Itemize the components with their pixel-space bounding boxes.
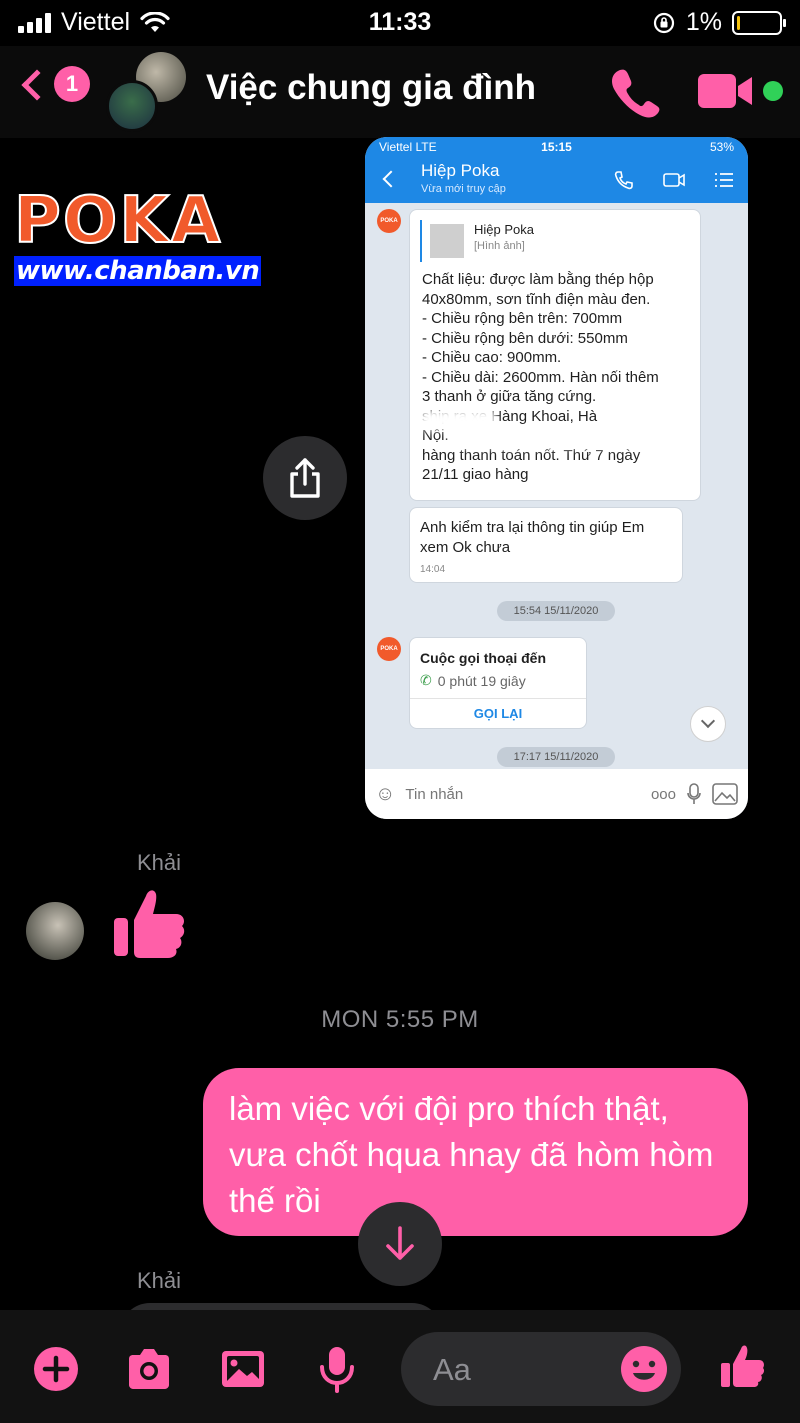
shot-date-pill: 15:54 15/11/2020 <box>497 601 615 621</box>
shot-video-icon <box>663 173 685 187</box>
shot-call-card: Cuộc gọi thoại đến ✆ 0 phút 19 giây GỌI … <box>409 637 587 729</box>
online-status-dot <box>763 81 783 101</box>
shot-contact-status: Vừa mới truy cập <box>421 183 506 195</box>
shot-quote-sub: [Hình ảnh] <box>474 240 525 252</box>
shot-input-bar: ☺ Tin nhắn ooo <box>365 769 748 819</box>
chat-header: 1 Việc chung gia đình <box>0 46 800 138</box>
group-avatar[interactable] <box>106 52 186 132</box>
poka-watermark-logo: POKA www.chanban.vn <box>13 184 262 296</box>
emoji-icon[interactable] <box>619 1344 669 1394</box>
shot-phone-icon <box>614 171 633 190</box>
arrow-down-icon <box>386 1226 414 1260</box>
status-bar: Viettel 11:33 1% <box>0 0 800 46</box>
shot-call-icon: ✆ <box>420 672 432 688</box>
shot-time: 15:15 <box>541 140 572 154</box>
shot-reply-time: 14:04 <box>420 564 446 575</box>
sender-name: Khải <box>137 850 182 875</box>
shot-date-pill: 17:17 15/11/2020 <box>497 747 615 767</box>
shot-menu-icon <box>715 173 733 187</box>
shot-scroll-down-icon <box>690 706 726 742</box>
composer-bar: Aa <box>0 1310 800 1423</box>
shot-mic-icon <box>687 783 701 804</box>
shot-avatar: POKA <box>377 637 401 661</box>
image-icon <box>222 1351 264 1387</box>
shot-quote-thumbnail <box>430 224 464 258</box>
poka-logo-text: POKA <box>13 184 223 258</box>
shot-emoji-icon: ☺ <box>375 782 396 805</box>
conversation-title[interactable]: Việc chung gia đình <box>206 68 536 108</box>
scroll-to-bottom-button[interactable] <box>358 1202 442 1286</box>
camera-icon <box>129 1349 169 1389</box>
member-avatar <box>106 80 158 132</box>
shot-input-placeholder: Tin nhắn <box>405 785 464 803</box>
shot-status-bar: Viettel LTE 15:15 53% <box>365 137 748 157</box>
shot-reply-bubble: Anh kiểm tra lại thông tin giúp Em xem O… <box>409 507 683 583</box>
sender-name: Khải <box>137 1268 182 1293</box>
like-button[interactable] <box>718 1340 768 1390</box>
mic-icon <box>320 1347 354 1393</box>
plus-icon <box>34 1347 78 1391</box>
camera-button[interactable] <box>124 1344 174 1394</box>
shot-call-row: ✆ 0 phút 19 giây <box>420 672 526 689</box>
message-input-placeholder: Aa <box>433 1352 471 1387</box>
shot-call-duration: 0 phút 19 giây <box>437 672 526 689</box>
shot-message-bubble: Hiệp Poka [Hình ảnh] Chất liệu: được làm… <box>409 209 701 501</box>
blur-patch <box>450 430 650 448</box>
shot-chat-header: Hiệp Poka Vừa mới truy cập <box>365 157 748 203</box>
shot-quote-name: Hiệp Poka <box>474 222 534 237</box>
shot-quote: Hiệp Poka [Hình ảnh] <box>420 220 620 262</box>
my-message-bubble[interactable]: làm việc với đội pro thích thật, vưa chố… <box>203 1068 748 1236</box>
message-input[interactable]: Aa <box>401 1332 681 1406</box>
rotation-lock-icon <box>653 12 674 33</box>
shot-header-icons <box>612 169 736 191</box>
phone-icon[interactable] <box>606 64 662 120</box>
shot-avatar: POKA <box>377 209 401 233</box>
shared-image[interactable]: Viettel LTE 15:15 53% Hiệp Poka Vừa mới … <box>365 137 748 819</box>
shot-reply-text: Anh kiểm tra lại thông tin giúp Em xem O… <box>420 519 645 556</box>
blur-patch <box>420 410 496 430</box>
battery-percent: 1% <box>685 8 722 36</box>
shot-call-title: Cuộc gọi thoại đến <box>420 650 546 666</box>
shot-contact-name: Hiệp Poka <box>421 161 500 180</box>
video-icon[interactable] <box>696 70 756 112</box>
share-button[interactable] <box>263 436 347 520</box>
voice-button[interactable] <box>312 1344 362 1394</box>
battery-icon <box>732 10 786 35</box>
plus-button[interactable] <box>31 1344 81 1394</box>
back-chevron-icon <box>21 69 53 101</box>
shot-message-text: Chất liệu: được làm bằng thép hộp 40x80m… <box>422 271 659 483</box>
like-icon <box>114 890 185 958</box>
like-icon <box>721 1345 765 1387</box>
back-button[interactable]: 1 <box>20 66 90 102</box>
message-timestamp: MON 5:55 PM <box>321 1006 479 1033</box>
avatar[interactable] <box>26 902 84 960</box>
shot-call-back: GỌI LẠI <box>473 706 523 721</box>
share-icon <box>290 458 320 498</box>
divider <box>410 698 586 699</box>
status-right: 1% <box>652 8 786 37</box>
shot-image-icon <box>712 783 738 805</box>
shot-back-icon <box>382 170 400 188</box>
unread-badge: 1 <box>54 66 90 102</box>
shot-more-icon: ooo <box>650 785 676 803</box>
battery-level <box>737 15 740 30</box>
gallery-button[interactable] <box>218 1344 268 1394</box>
poka-logo-url: www.chanban.vn <box>14 256 262 286</box>
